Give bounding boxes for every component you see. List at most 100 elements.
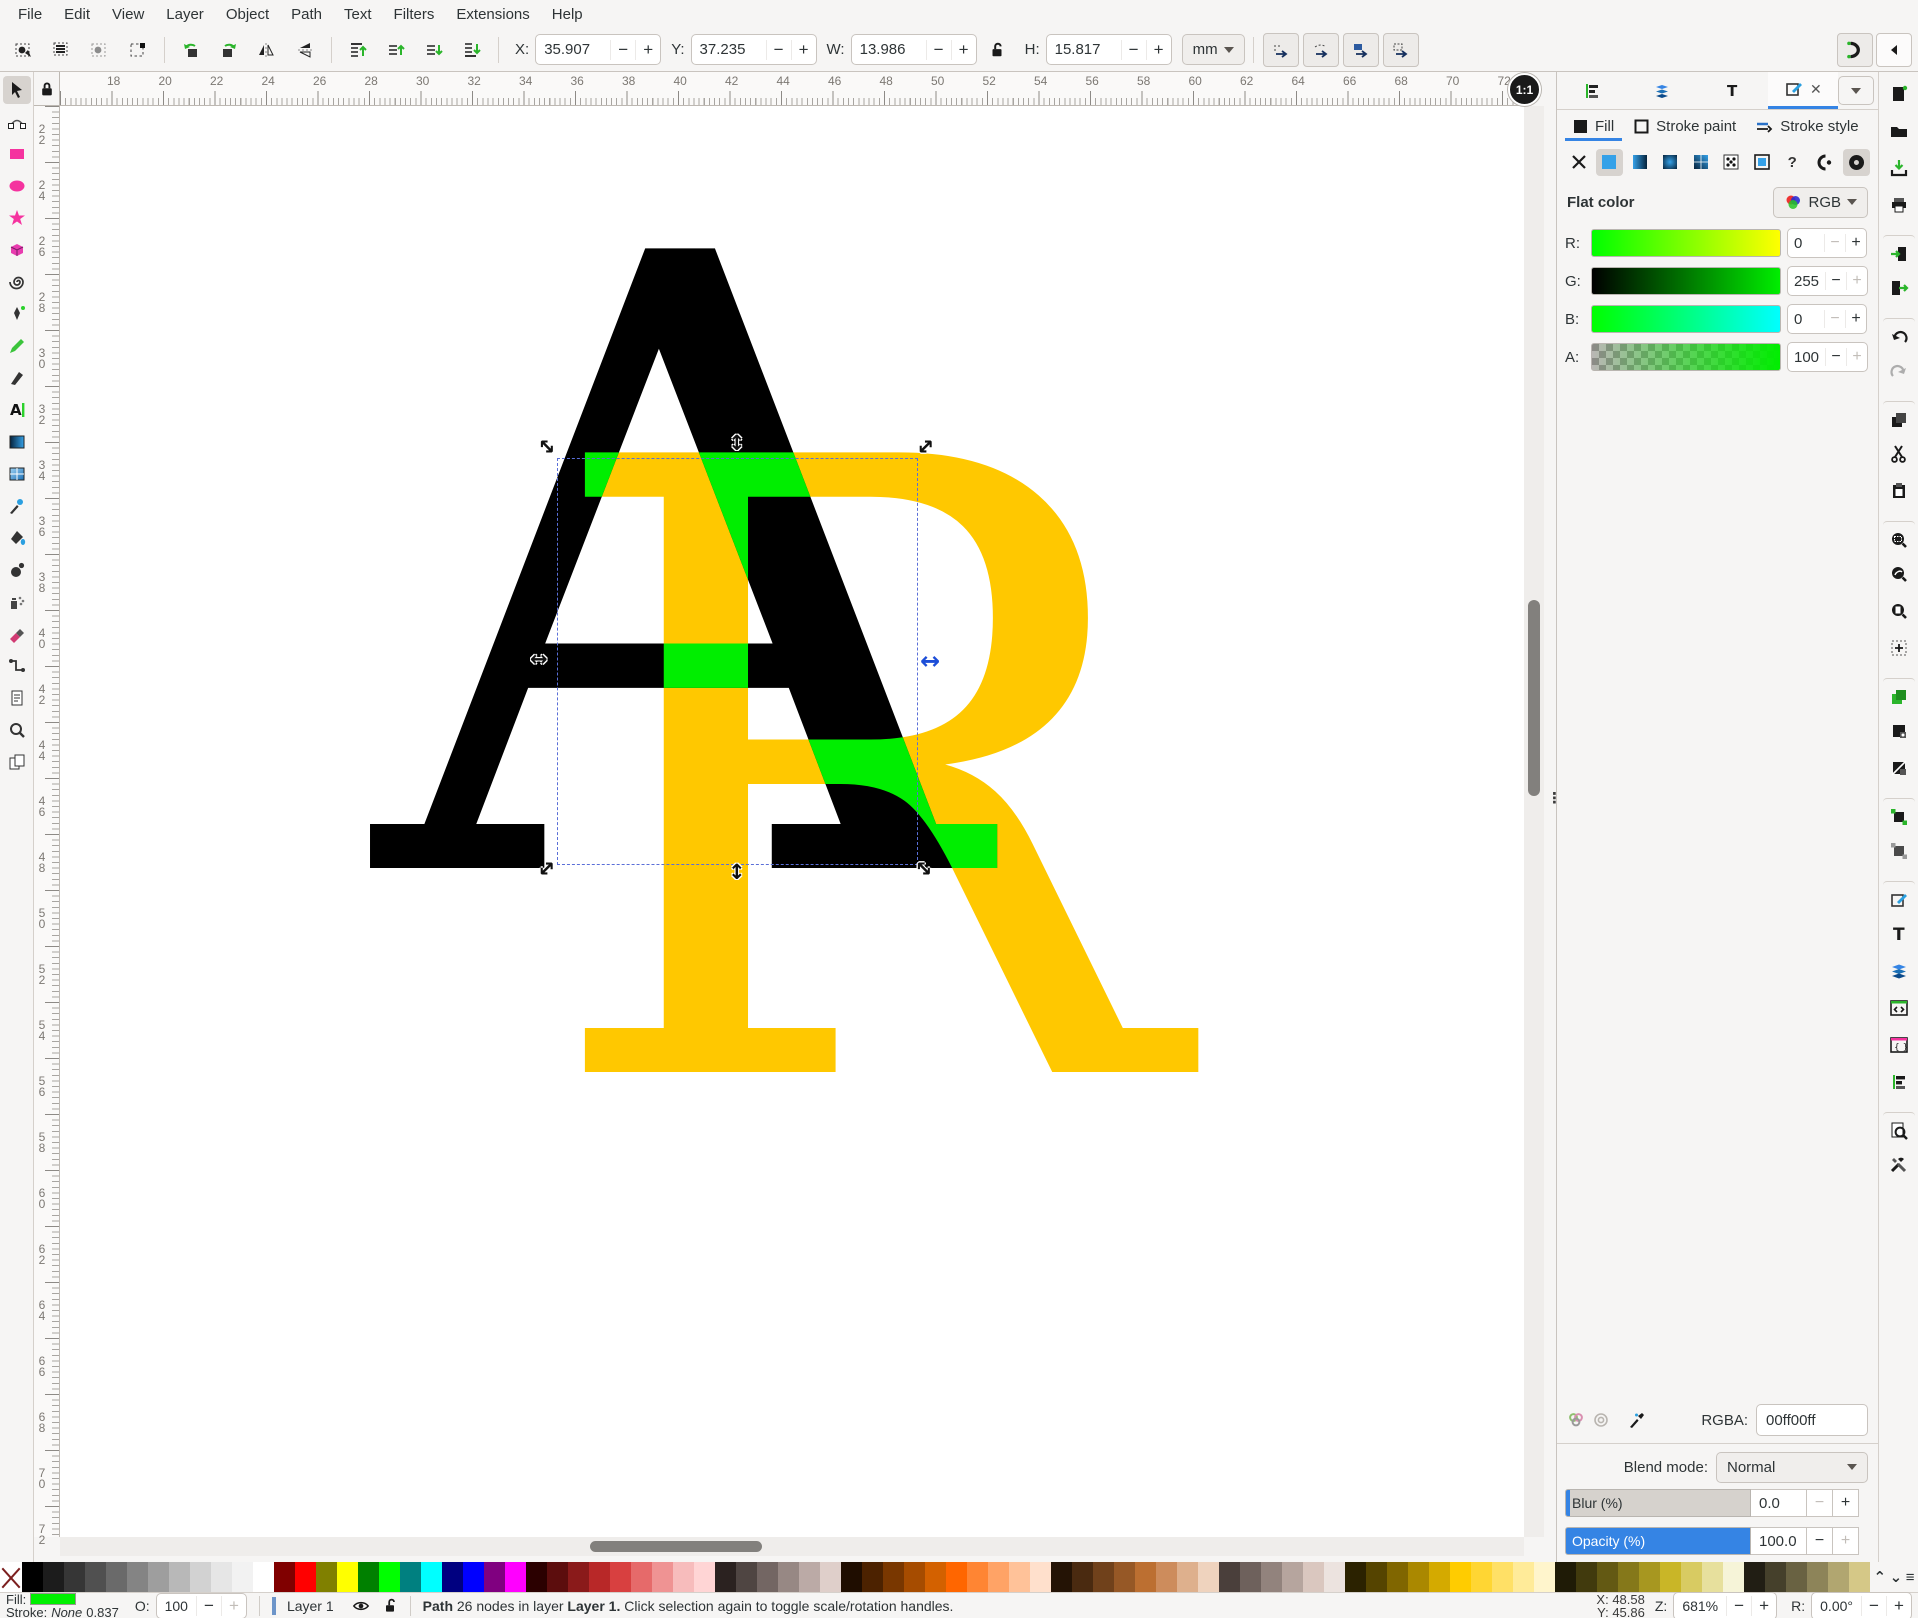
- palette-swatch[interactable]: [1807, 1562, 1828, 1592]
- paint-pattern-button[interactable]: [1718, 149, 1746, 176]
- palette-swatch[interactable]: [358, 1562, 379, 1592]
- blur-decrement[interactable]: −: [1807, 1489, 1833, 1517]
- x-value[interactable]: 35.907: [536, 41, 610, 58]
- y-value[interactable]: 37.235: [692, 41, 766, 58]
- print-button[interactable]: [1883, 189, 1915, 221]
- raise-button[interactable]: [378, 33, 414, 67]
- box3d-tool[interactable]: [3, 236, 31, 264]
- palette-swatch[interactable]: [1009, 1562, 1030, 1592]
- paint-unknown-button[interactable]: ?: [1779, 149, 1807, 176]
- blur-slider[interactable]: Blur (%): [1565, 1489, 1751, 1517]
- affect-gradient-toggle[interactable]: [1343, 33, 1379, 67]
- palette-swatch[interactable]: [1576, 1562, 1597, 1592]
- menu-extensions[interactable]: Extensions: [446, 3, 539, 26]
- document-new-button[interactable]: [1883, 78, 1915, 110]
- palette-swatch[interactable]: [1660, 1562, 1681, 1592]
- object-properties-button[interactable]: { }: [1883, 1029, 1915, 1061]
- blue-spinner[interactable]: 0−+: [1787, 304, 1867, 334]
- palette-swatch[interactable]: [568, 1562, 589, 1592]
- stroke-value[interactable]: None: [51, 1606, 82, 1618]
- horizontal-scrollbar[interactable]: [60, 1537, 1524, 1556]
- snap-bar-collapse-button[interactable]: [1876, 33, 1912, 67]
- affect-move-toggle[interactable]: [1263, 33, 1299, 67]
- palette-swatch[interactable]: [1261, 1562, 1282, 1592]
- palette-swatch[interactable]: [1786, 1562, 1807, 1592]
- palette-swatch[interactable]: [883, 1562, 904, 1592]
- calligraphy-tool[interactable]: [3, 364, 31, 392]
- menu-help[interactable]: Help: [542, 3, 593, 26]
- w-decrement[interactable]: −: [926, 40, 951, 60]
- select-touch-button[interactable]: [120, 33, 156, 67]
- eyedropper-icon[interactable]: [1627, 1410, 1647, 1430]
- ruler-horizontal[interactable]: 1820222426283032343638404244464850525456…: [60, 72, 1524, 106]
- fill-rule-nonzero-button[interactable]: [1812, 149, 1840, 176]
- import-button[interactable]: [1883, 235, 1915, 267]
- palette-swatch[interactable]: [1849, 1562, 1870, 1592]
- tab-text[interactable]: T: [1698, 72, 1768, 109]
- palette-swatch[interactable]: [862, 1562, 883, 1592]
- pencil-tool[interactable]: [3, 332, 31, 360]
- palette-swatch[interactable]: [211, 1562, 232, 1592]
- fill-stroke-dialog-button[interactable]: [1883, 881, 1915, 913]
- rgba-input[interactable]: 00ff00ff: [1756, 1404, 1868, 1436]
- tab-layers[interactable]: [1627, 72, 1697, 109]
- zoom-center-button[interactable]: [1883, 632, 1915, 664]
- rectangle-tool[interactable]: [3, 140, 31, 168]
- rotate-ccw-button[interactable]: [173, 33, 209, 67]
- palette-swatch[interactable]: [589, 1562, 610, 1592]
- tab-fill[interactable]: Fill: [1565, 114, 1622, 141]
- layer-visibility-icon[interactable]: [352, 1597, 370, 1615]
- menu-path[interactable]: Path: [281, 3, 332, 26]
- copy-button[interactable]: [1883, 401, 1915, 433]
- document-open-button[interactable]: [1883, 115, 1915, 147]
- x-increment[interactable]: +: [635, 40, 660, 60]
- palette-swatch[interactable]: [1408, 1562, 1429, 1592]
- zoom-drawing-button[interactable]: [1883, 558, 1915, 590]
- ruler-vertical[interactable]: 2224262830323436384042444648505254565860…: [34, 106, 60, 1537]
- palette-swatch[interactable]: [631, 1562, 652, 1592]
- green-spinner[interactable]: 255−+: [1787, 266, 1868, 296]
- lower-to-bottom-button[interactable]: [454, 33, 490, 67]
- menu-object[interactable]: Object: [216, 3, 279, 26]
- blend-mode-dropdown[interactable]: Normal: [1716, 1452, 1868, 1483]
- palette-swatch[interactable]: [1723, 1562, 1744, 1592]
- palette-swatch[interactable]: [799, 1562, 820, 1592]
- palette-swatch[interactable]: [1135, 1562, 1156, 1592]
- object-opacity-spinner[interactable]: 100−+: [156, 1593, 247, 1618]
- selection-handle-n[interactable]: ↕: [728, 433, 746, 454]
- document-save-button[interactable]: [1883, 152, 1915, 184]
- paint-mesh-gradient-button[interactable]: [1687, 149, 1715, 176]
- align-dialog-button[interactable]: [1883, 1066, 1915, 1098]
- palette-swatch[interactable]: [925, 1562, 946, 1592]
- palette-swatch[interactable]: [673, 1562, 694, 1592]
- palette-swatch[interactable]: [841, 1562, 862, 1592]
- paint-radial-gradient-button[interactable]: [1657, 149, 1685, 176]
- palette-swatch[interactable]: [64, 1562, 85, 1592]
- zoom-tool[interactable]: [3, 716, 31, 744]
- lower-button[interactable]: [416, 33, 452, 67]
- find-replace-button[interactable]: [1883, 1112, 1915, 1144]
- palette-swatch[interactable]: [1534, 1562, 1555, 1592]
- palette-swatch[interactable]: [1471, 1562, 1492, 1592]
- palette-scroll-down-icon[interactable]: ⌄: [1890, 1568, 1903, 1586]
- blue-slider[interactable]: [1591, 305, 1781, 333]
- palette-swatch[interactable]: [1156, 1562, 1177, 1592]
- color-wheel-small-icon[interactable]: [1567, 1411, 1585, 1429]
- selector-tool[interactable]: [3, 76, 31, 104]
- palette-swatch[interactable]: [274, 1562, 295, 1592]
- spray-tool[interactable]: [3, 588, 31, 616]
- ruler-corner[interactable]: [34, 72, 60, 106]
- y-increment[interactable]: +: [791, 40, 816, 60]
- palette-swatch[interactable]: [715, 1562, 736, 1592]
- h-value[interactable]: 15.817: [1047, 41, 1121, 58]
- redo-button[interactable]: [1883, 355, 1915, 387]
- lock-ratio-icon[interactable]: [979, 33, 1015, 67]
- palette-swatch[interactable]: [295, 1562, 316, 1592]
- green-slider[interactable]: [1591, 267, 1781, 295]
- gradient-tool[interactable]: [3, 428, 31, 456]
- text-tool[interactable]: A: [3, 396, 31, 424]
- horizontal-scrollbar-thumb[interactable]: [590, 1541, 762, 1552]
- palette-swatch[interactable]: [736, 1562, 757, 1592]
- preferences-button[interactable]: [1883, 1149, 1915, 1181]
- fill-rule-evenodd-button[interactable]: [1843, 149, 1871, 176]
